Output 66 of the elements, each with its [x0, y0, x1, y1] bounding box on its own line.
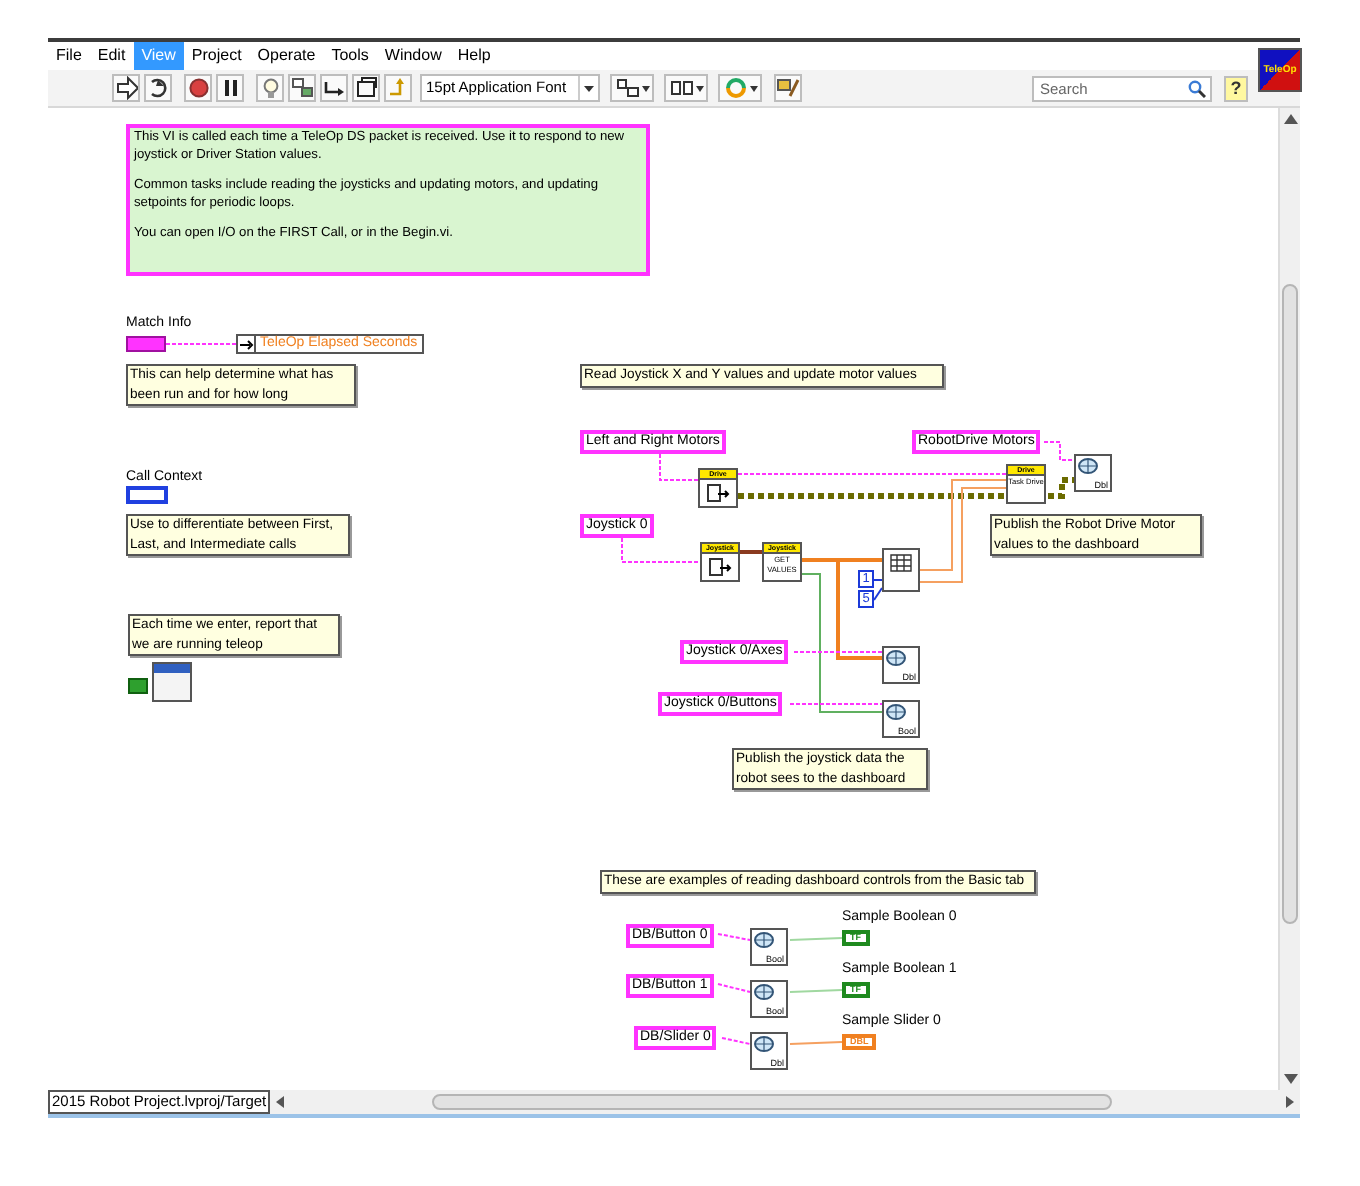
scroll-left-icon[interactable]	[276, 1096, 285, 1108]
reorder-button[interactable]	[718, 74, 762, 102]
caret-icon	[749, 85, 757, 91]
abort-button[interactable]	[184, 74, 212, 102]
step-over-button[interactable]	[352, 74, 380, 102]
subvi-node	[152, 662, 192, 702]
align-button[interactable]	[610, 74, 654, 102]
caret-icon	[695, 85, 703, 91]
wire	[721, 1037, 751, 1045]
globe-icon	[754, 932, 774, 948]
globe-icon	[754, 1036, 774, 1052]
wire	[621, 537, 701, 563]
scroll-thumb[interactable]	[432, 1094, 1113, 1110]
menu-item[interactable]: Help	[449, 42, 499, 70]
wire	[1043, 441, 1075, 461]
wire	[165, 343, 237, 345]
step-into-button[interactable]	[320, 74, 348, 102]
cleanup-broom-icon	[776, 76, 800, 100]
scroll-right-icon[interactable]	[1286, 1096, 1294, 1108]
scroll-down-icon[interactable]	[1283, 1074, 1297, 1084]
run-continuously-icon	[146, 76, 170, 100]
menu-item[interactable]: File	[48, 42, 90, 70]
distribute-icon	[669, 76, 693, 100]
vertical-scrollbar[interactable]	[1278, 108, 1300, 1090]
menu-item[interactable]: Tools	[323, 42, 377, 70]
caret-icon	[584, 85, 594, 91]
wire	[789, 1041, 843, 1045]
wire	[717, 933, 751, 941]
globe-icon	[886, 704, 906, 720]
run-arrow-icon	[114, 76, 138, 100]
scroll-up-icon[interactable]	[1283, 114, 1297, 124]
help-button[interactable]: ?	[1224, 75, 1248, 101]
wire	[738, 550, 762, 554]
cluster-constant	[126, 336, 166, 352]
menu-item[interactable]: Window	[376, 42, 450, 70]
wire	[659, 453, 699, 481]
probe-data-icon	[290, 76, 314, 100]
run-arrow-button[interactable]	[112, 74, 140, 102]
lightbulb-button[interactable]	[256, 74, 284, 102]
menu-item[interactable]: Operate	[249, 42, 324, 70]
arrow-icon	[239, 339, 253, 349]
menu-item[interactable]: Edit	[89, 42, 134, 70]
run-continuously-button[interactable]	[144, 74, 172, 102]
scroll-thumb[interactable]	[1282, 284, 1298, 924]
wire	[789, 937, 843, 941]
cleanup-broom-button[interactable]	[774, 74, 802, 102]
align-icon	[615, 76, 639, 100]
abort-icon	[186, 76, 210, 100]
step-into-icon	[322, 76, 346, 100]
pause-button[interactable]	[216, 74, 244, 102]
reorder-icon	[723, 76, 747, 100]
menu-item[interactable]: Project	[183, 42, 250, 70]
probe-data-button[interactable]	[288, 74, 316, 102]
globe-icon	[1078, 458, 1098, 474]
caret-icon	[641, 85, 649, 91]
step-out-icon	[386, 76, 410, 100]
wire	[789, 989, 843, 993]
wire	[717, 983, 751, 993]
enum-constant	[126, 486, 168, 504]
step-over-icon	[354, 76, 378, 100]
lightbulb-icon	[258, 76, 282, 100]
globe-icon	[886, 650, 906, 666]
grid-icon	[890, 554, 912, 572]
globe-icon	[754, 984, 774, 1000]
distribute-button[interactable]	[664, 74, 708, 102]
boolean-constant	[128, 678, 148, 694]
